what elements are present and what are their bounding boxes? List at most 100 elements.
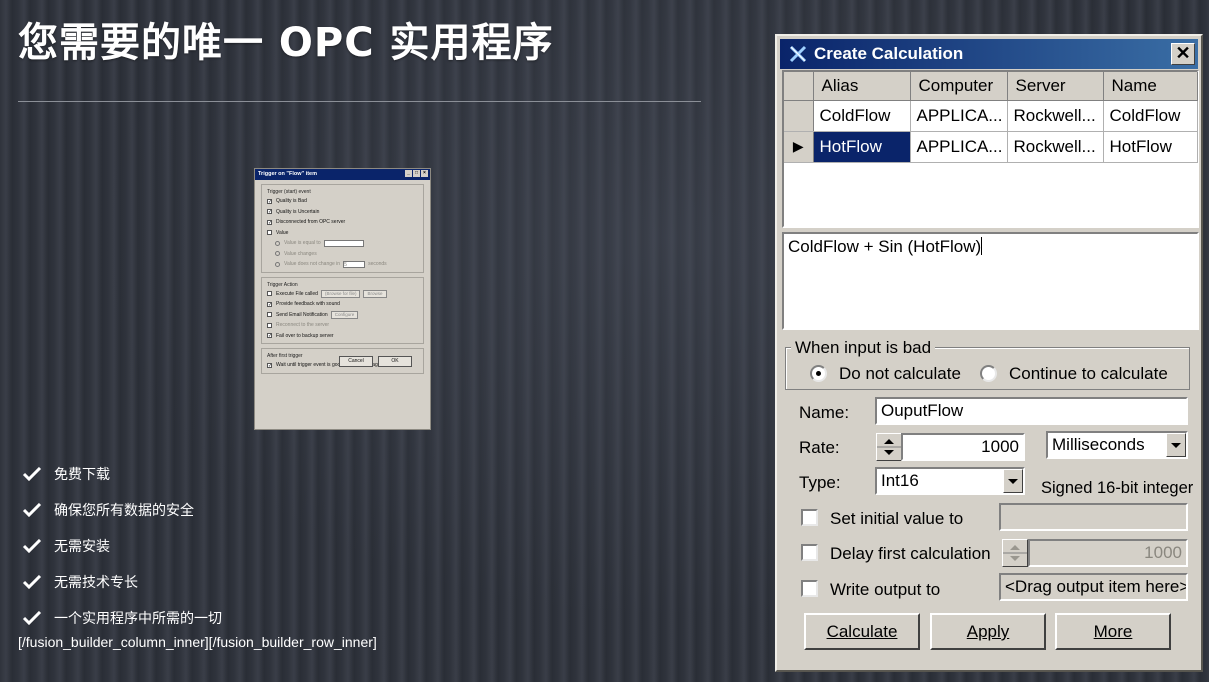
radio-continue-to-calculate[interactable] <box>980 365 997 382</box>
mini-browse-button: Browse <box>363 289 387 298</box>
mini-radio-label: Value changes <box>284 250 317 257</box>
mini-checkbox-row: Value <box>267 228 420 239</box>
mini-cancel-button: Cancel <box>339 356 373 367</box>
cell-name[interactable]: HotFlow <box>1103 131 1198 163</box>
mini-checkbox-row: ✓ Disconnected from OPC server <box>267 217 420 228</box>
delay-first-calculation-checkbox[interactable] <box>801 544 818 561</box>
formula-text: ColdFlow + Sin (HotFlow) <box>788 237 982 256</box>
column-header-name[interactable]: Name <box>1103 72 1198 101</box>
items-grid[interactable]: Alias Computer Server Name ColdFlow APPL… <box>782 70 1199 228</box>
cell-computer[interactable]: APPLICA... <box>910 131 1008 163</box>
maximize-icon: □ <box>413 170 420 177</box>
mini-radio-label: Value does not change in <box>284 261 341 268</box>
mini-seconds-field: 5 <box>343 260 366 268</box>
close-icon: ✕ <box>1175 43 1191 63</box>
cell-computer[interactable]: APPLICA... <box>910 100 1008 132</box>
mini-checkbox: ✓ <box>267 209 273 216</box>
mini-footer-buttons: Cancel OK <box>339 356 412 367</box>
create-calculation-dialog: Create Calculation ✕ Alias Computer Serv… <box>775 34 1203 672</box>
mini-checkbox-row: ✓ Fail over to backup server <box>267 331 420 342</box>
items-table: Alias Computer Server Name ColdFlow APPL… <box>784 72 1198 163</box>
mini-title: Trigger on "Flow" item <box>258 171 317 177</box>
write-output-checkbox[interactable] <box>801 580 818 597</box>
column-header-computer[interactable]: Computer <box>910 72 1008 101</box>
feature-item: 确保您所有数据的安全 <box>22 492 222 528</box>
mini-radio-label: Value is equal to <box>284 240 321 247</box>
page-headline: 您需要的唯一 OPC 实用程序 <box>18 20 554 66</box>
column-header-server[interactable]: Server <box>1007 72 1104 101</box>
feature-list: 免费下载 确保您所有数据的安全 无需安装 无需技术专长 一个实用程序中所需的一切 <box>22 456 222 636</box>
mini-checkbox-row: ✓ Quality is Bad <box>267 196 420 207</box>
mini-checkbox: ✓ <box>267 333 273 340</box>
grid-corner <box>784 72 814 101</box>
table-row[interactable]: ColdFlow APPLICA... Rockwell... ColdFlow <box>784 100 1198 132</box>
radio-continue-label[interactable]: Continue to calculate <box>1009 364 1168 384</box>
dialog-title-bar[interactable]: Create Calculation ✕ <box>780 39 1198 69</box>
more-button[interactable]: More <box>1055 613 1171 650</box>
cell-server[interactable]: Rockwell... <box>1007 100 1104 132</box>
feature-label: 无需安装 <box>54 539 110 555</box>
mini-checkbox-row: Execute File called (Browse for file) Brow… <box>267 289 420 300</box>
mini-checkbox-label: Fail over to backup server <box>276 332 334 339</box>
mini-checkbox <box>267 312 272 318</box>
type-dropdown-button[interactable] <box>1003 469 1023 493</box>
mini-checkbox-label: Execute File called <box>276 290 318 297</box>
mini-configure-button: Configure <box>330 310 359 319</box>
rate-unit-dropdown-button[interactable] <box>1166 433 1186 457</box>
check-icon <box>22 575 42 589</box>
minimize-icon: _ <box>405 170 412 177</box>
mini-action-title: Trigger Action <box>267 281 298 288</box>
delay-first-calculation-label[interactable]: Delay first calculation <box>830 544 991 564</box>
mini-checkbox <box>267 291 272 297</box>
formula-editor[interactable]: ColdFlow + Sin (HotFlow) <box>782 232 1199 330</box>
feature-item: 一个实用程序中所需的一切 <box>22 600 222 636</box>
row-header <box>784 100 814 132</box>
radio-do-not-calculate-label[interactable]: Do not calculate <box>839 364 961 384</box>
initial-value-field <box>999 503 1188 531</box>
mini-checkbox-label: Send Email Notification <box>276 311 328 318</box>
mini-checkbox-label: Provide feedback with sound <box>276 301 340 308</box>
mini-checkbox-label: Reconnect to the server <box>276 322 330 329</box>
cell-server[interactable]: Rockwell... <box>1007 131 1104 163</box>
feature-label: 一个实用程序中所需的一切 <box>54 611 222 627</box>
cell-name[interactable]: ColdFlow <box>1103 100 1198 132</box>
column-header-alias[interactable]: Alias <box>813 72 911 101</box>
cell-alias[interactable]: ColdFlow <box>813 100 911 132</box>
check-icon <box>22 539 42 553</box>
current-row-pointer-icon: ▶ <box>784 131 814 163</box>
close-icon: × <box>421 170 428 177</box>
cell-alias-selected[interactable]: HotFlow <box>813 131 911 163</box>
calculate-button[interactable]: Calculate <box>804 613 920 650</box>
name-label: Name: <box>799 403 850 422</box>
mini-title-bar: Trigger on "Flow" item _ □ × <box>255 169 430 180</box>
mini-checkbox-label: Quality is Uncertain <box>276 208 320 215</box>
close-button[interactable]: ✕ <box>1171 43 1195 65</box>
mini-checkbox: ✓ <box>267 301 273 308</box>
mini-radio <box>275 240 280 246</box>
check-icon <box>22 467 42 481</box>
mini-checkbox-label: Value <box>276 229 289 236</box>
trigger-dialog-screenshot: Trigger on "Flow" item _ □ × Trigger (star… <box>254 168 431 430</box>
mini-action-group: Trigger Action Execute File called (Brows… <box>261 276 424 344</box>
write-output-label[interactable]: Write output to <box>830 580 940 600</box>
dialog-title: Create Calculation <box>814 44 964 63</box>
check-icon <box>22 503 42 517</box>
rate-label: Rate: <box>799 438 840 457</box>
set-initial-value-label[interactable]: Set initial value to <box>830 509 963 529</box>
rate-spinner[interactable] <box>876 433 902 461</box>
mini-browse-field: (Browse for file) <box>320 289 361 298</box>
output-item-drop-target[interactable]: <Drag output item here> <box>999 573 1188 601</box>
bad-input-group-title: When input is bad <box>791 338 936 358</box>
chevron-down-icon <box>1008 479 1018 484</box>
mini-checkbox-row: Send Email Notification Configure <box>267 310 420 321</box>
mini-checkbox <box>267 230 272 236</box>
set-initial-value-checkbox[interactable] <box>801 509 818 526</box>
apply-button[interactable]: Apply <box>930 613 1046 650</box>
table-row[interactable]: ▶ HotFlow APPLICA... Rockwell... HotFlow <box>784 131 1198 163</box>
rate-field[interactable]: 1000 <box>901 433 1025 461</box>
type-label: Type: <box>799 473 841 492</box>
app-icon <box>789 45 807 63</box>
name-field[interactable]: OuputFlow <box>875 397 1188 425</box>
radio-do-not-calculate[interactable] <box>810 365 827 382</box>
mini-radio-row: Value is equal to <box>267 238 420 249</box>
